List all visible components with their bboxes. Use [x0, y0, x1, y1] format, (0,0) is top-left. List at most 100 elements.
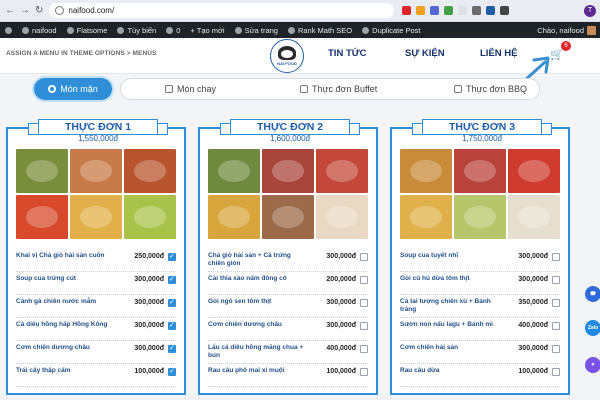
dish-list: Soup cua tuyết nhĩ 300,000đ Gỏi củ hủ dừ… — [400, 249, 560, 387]
dish-price: 400,000đ — [518, 322, 548, 329]
extension-icon[interactable] — [500, 6, 510, 15]
site-logo[interactable]: NAI FOOD — [270, 39, 304, 73]
cart-icon[interactable]: 🛒 — [550, 48, 564, 61]
dish-price: 300,000đ — [134, 276, 164, 283]
menu-card: THỰC ĐƠN 1 1,550,000đ Khai vị Chả giò hả… — [6, 119, 186, 395]
site-info-icon[interactable] — [55, 6, 65, 15]
menu-title: THỰC ĐƠN 2 — [230, 119, 350, 135]
phone-icon: ☎ — [589, 291, 597, 297]
reload-icon[interactable]: ↻ — [35, 5, 43, 16]
dish-checkbox[interactable] — [552, 253, 560, 261]
dish-photo — [400, 195, 452, 239]
dish-name: Trái cây thập cẩm — [16, 367, 71, 374]
extension-icon[interactable] — [416, 6, 426, 15]
dish-name: Soup cua tuyết nhĩ — [400, 252, 459, 259]
dish-photo — [16, 195, 68, 239]
dish-row: Sườn non nấu lagu + Bánh mì 400,000đ — [400, 318, 560, 341]
forward-icon[interactable]: → — [20, 5, 30, 16]
dish-checkbox[interactable] — [168, 252, 176, 261]
dish-row: Rau câu dừa 100,000đ — [400, 364, 560, 387]
wp-duplicate-item[interactable]: Duplicate Post — [357, 26, 425, 35]
nav-contact[interactable]: LIÊN HỆ — [480, 48, 517, 59]
dish-row: Lẩu cá diêu hồng măng chua + bún 400,000… — [208, 341, 368, 364]
wp-theme-item[interactable]: Flatsome — [62, 26, 113, 35]
wp-new-item[interactable]: + Tạo mới — [185, 26, 229, 35]
tab-bbq[interactable]: Thực đơn BBQ — [454, 78, 527, 100]
dish-name: Cá tai tượng chiên xù + Bánh tráng — [400, 298, 491, 313]
url-text: naifood.com/ — [68, 6, 115, 15]
address-bar[interactable]: naifood.com/ — [49, 3, 395, 18]
messenger-float-button[interactable]: ✦ — [585, 357, 600, 373]
dish-checkbox[interactable] — [552, 322, 560, 330]
dish-row: Cải thìa xào nấm đông cô 200,000đ — [208, 272, 368, 295]
dish-row: Trái cây thập cẩm 100,000đ — [16, 364, 176, 387]
dish-name: Soup cua trứng cút — [16, 275, 76, 282]
nav-events[interactable]: SỰ KIỆN — [405, 48, 445, 59]
menu-price: 1,600,000đ — [269, 134, 311, 143]
user-avatar — [587, 25, 596, 35]
dish-row: Chả giò hải sản + Cá trứng chiên giòn 30… — [208, 249, 368, 272]
extension-icon[interactable] — [444, 6, 454, 15]
dish-checkbox[interactable] — [552, 368, 560, 376]
brush-icon — [117, 26, 125, 34]
dish-checkbox[interactable] — [552, 276, 560, 284]
extension-icon[interactable] — [458, 6, 468, 15]
dish-photo — [454, 149, 506, 193]
tab-savory[interactable]: Món mặn — [34, 78, 112, 100]
dish-photo — [16, 149, 68, 193]
dish-row: Cá tai tượng chiên xù + Bánh tráng 350,0… — [400, 295, 560, 318]
wp-account-item[interactable]: Chào, naifood — [537, 25, 600, 35]
tab-buffet[interactable]: Thực đơn Buffet — [300, 78, 377, 100]
cart-count-badge: 6 — [561, 41, 571, 51]
dish-name: Cơm chiên dương châu — [208, 321, 282, 328]
dish-photo — [454, 195, 506, 239]
dish-price: 400,000đ — [326, 345, 356, 352]
wp-logo-item[interactable] — [0, 26, 17, 34]
home-icon — [22, 26, 29, 34]
radio-icon — [48, 85, 57, 93]
dish-price: 200,000đ — [326, 276, 356, 283]
dish-checkbox[interactable] — [168, 344, 176, 353]
dish-price: 300,000đ — [518, 345, 548, 352]
dish-price: 350,000đ — [518, 299, 548, 306]
dish-checkbox[interactable] — [168, 298, 176, 307]
dish-name: Rau câu phô mai xí muội — [208, 367, 285, 374]
dish-photo — [262, 195, 314, 239]
wp-customize-item[interactable]: Tùy biến — [112, 26, 161, 35]
browser-toolbar: ← → ↻ naifood.com/ T — [0, 0, 600, 22]
dish-checkbox[interactable] — [360, 368, 368, 376]
dish-checkbox[interactable] — [360, 276, 368, 284]
wp-seo-item[interactable]: Rank Math SEO — [283, 26, 357, 35]
dish-checkbox[interactable] — [360, 299, 368, 307]
extensions — [402, 6, 510, 15]
extension-icon[interactable] — [402, 6, 412, 15]
wp-comments-item[interactable]: 0 — [161, 26, 185, 35]
tab-vegetarian[interactable]: Món chay — [165, 78, 216, 100]
dish-photo-grid — [208, 149, 368, 239]
dish-photo — [124, 195, 176, 239]
back-icon[interactable]: ← — [5, 5, 15, 16]
phone-float-button[interactable]: ☎ — [585, 286, 600, 302]
dish-checkbox[interactable] — [168, 275, 176, 284]
dish-checkbox[interactable] — [168, 321, 176, 330]
zalo-float-button[interactable]: Zalo — [585, 320, 600, 336]
extension-icon[interactable] — [486, 6, 496, 15]
extension-icon[interactable] — [430, 6, 440, 15]
dish-name: Cải thìa xào nấm đông cô — [208, 275, 287, 282]
menu-price: 1,750,000đ — [461, 134, 503, 143]
dish-price: 300,000đ — [518, 276, 548, 283]
dish-checkbox[interactable] — [168, 367, 176, 376]
wp-site-item[interactable]: naifood — [17, 26, 62, 35]
dish-checkbox[interactable] — [360, 345, 368, 353]
dish-checkbox[interactable] — [552, 299, 560, 307]
dish-row: Cơm chiên dương châu 300,000đ — [208, 318, 368, 341]
wp-edit-item[interactable]: Sửa trang — [230, 26, 283, 35]
extension-icon[interactable] — [472, 6, 482, 15]
dish-checkbox[interactable] — [360, 322, 368, 330]
dish-checkbox[interactable] — [360, 253, 368, 261]
dish-checkbox[interactable] — [552, 345, 560, 353]
menu-category-tabs: Món mặn Món chay Thực đơn Buffet Thực đơ… — [0, 75, 600, 105]
nav-news[interactable]: TIN TỨC — [328, 48, 367, 59]
palette-icon — [66, 26, 74, 34]
profile-avatar[interactable]: T — [584, 4, 596, 17]
